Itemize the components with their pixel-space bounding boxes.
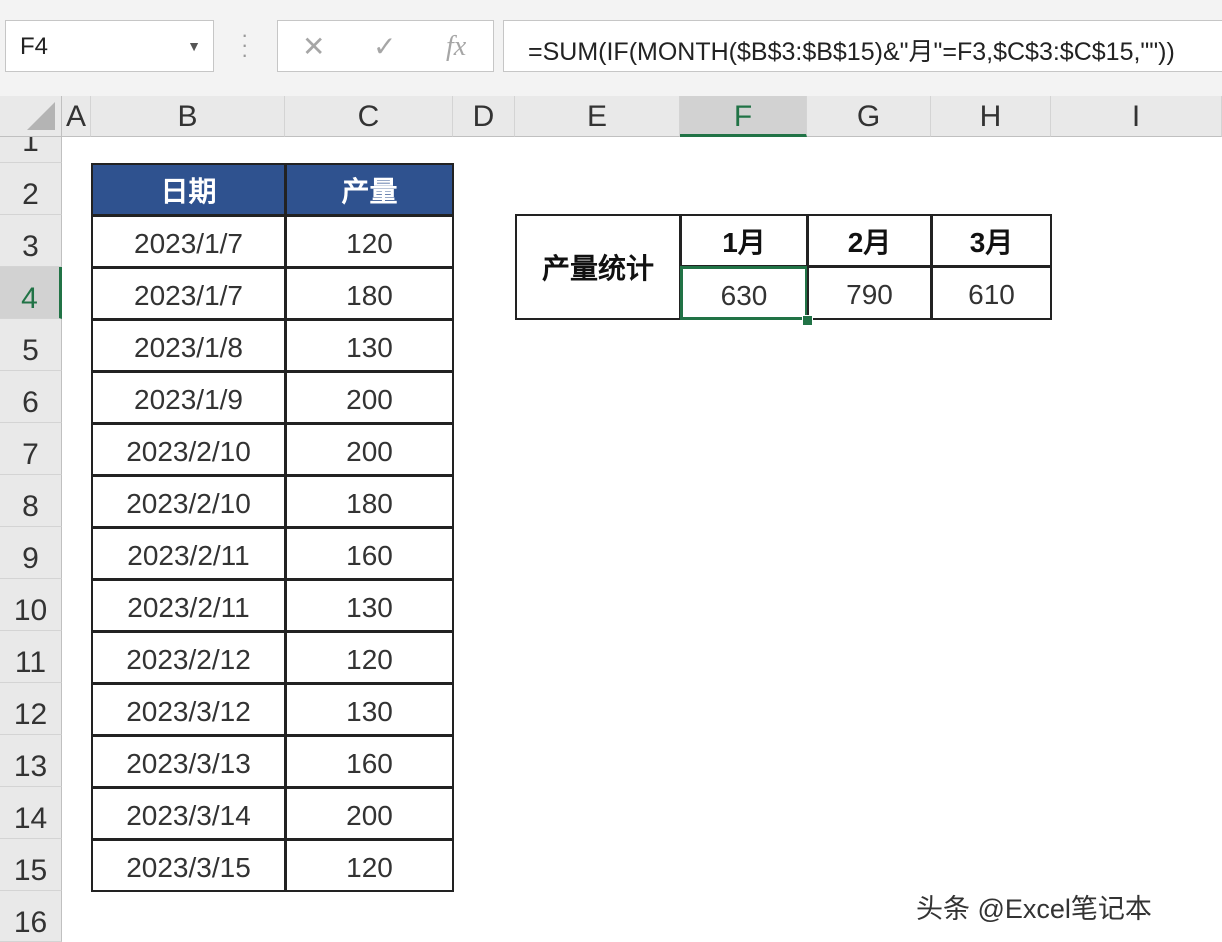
month-header[interactable]: 2月	[807, 214, 932, 267]
chevron-down-icon[interactable]: ▼	[187, 38, 201, 54]
row-header-5[interactable]: 5	[0, 319, 62, 371]
select-all-icon	[27, 102, 55, 130]
column-header-b[interactable]: B	[91, 96, 285, 137]
row-header-7[interactable]: 7	[0, 423, 62, 475]
insert-function-icon[interactable]: fx	[446, 31, 466, 63]
fill-handle[interactable]	[802, 315, 813, 326]
select-all-corner[interactable]	[0, 96, 62, 137]
date-cell[interactable]: 2023/1/8	[91, 319, 286, 372]
output-cell[interactable]: 120	[285, 215, 454, 268]
column-header-i[interactable]: I	[1051, 96, 1222, 137]
row-header-11[interactable]: 11	[0, 631, 62, 683]
row-header-13[interactable]: 13	[0, 735, 62, 787]
date-cell[interactable]: 2023/1/9	[91, 371, 286, 424]
date-cell[interactable]: 2023/2/12	[91, 631, 286, 684]
output-cell[interactable]: 160	[285, 527, 454, 580]
column-header-a[interactable]: A	[62, 96, 91, 137]
month-header[interactable]: 1月	[680, 214, 808, 267]
output-cell[interactable]: 130	[285, 319, 454, 372]
row-header-12[interactable]: 12	[0, 683, 62, 735]
formula-buttons: ✕ ✓ fx	[277, 20, 494, 72]
output-cell[interactable]: 200	[285, 787, 454, 840]
watermark: 头条 @Excel笔记本	[916, 894, 1152, 924]
date-cell[interactable]: 2023/1/7	[91, 267, 286, 320]
date-cell[interactable]: 2023/2/11	[91, 527, 286, 580]
column-header-e[interactable]: E	[515, 96, 680, 137]
date-cell[interactable]: 2023/2/10	[91, 475, 286, 528]
output-cell[interactable]: 200	[285, 371, 454, 424]
output-cell[interactable]: 130	[285, 683, 454, 736]
row-header-1[interactable]: 1	[0, 137, 62, 163]
date-cell[interactable]: 2023/1/7	[91, 215, 286, 268]
output-cell[interactable]: 130	[285, 579, 454, 632]
formula-bar-area: F4 ▼ · · · ✕ ✓ fx =SUM(IF(MONTH($B$3:$B$15…	[0, 0, 1222, 96]
column-header-c[interactable]: C	[285, 96, 453, 137]
summary-label[interactable]: 产量统计	[515, 214, 681, 320]
output-cell[interactable]: 120	[285, 839, 454, 892]
date-cell[interactable]: 2023/3/15	[91, 839, 286, 892]
month-value[interactable]: 790	[807, 266, 932, 320]
active-cell[interactable]: 630	[680, 266, 808, 320]
row-header-14[interactable]: 14	[0, 787, 62, 839]
row-header-8[interactable]: 8	[0, 475, 62, 527]
date-cell[interactable]: 2023/3/13	[91, 735, 286, 788]
row-header-6[interactable]: 6	[0, 371, 62, 423]
output-cell[interactable]: 200	[285, 423, 454, 476]
output-cell[interactable]: 180	[285, 267, 454, 320]
row-header-4[interactable]: 4	[0, 267, 62, 319]
date-cell[interactable]: 2023/2/11	[91, 579, 286, 632]
row-header-3[interactable]: 3	[0, 215, 62, 267]
output-cell[interactable]: 160	[285, 735, 454, 788]
month-value[interactable]: 610	[931, 266, 1052, 320]
date-cell[interactable]: 2023/2/10	[91, 423, 286, 476]
row-header-9[interactable]: 9	[0, 527, 62, 579]
row-header-15[interactable]: 15	[0, 839, 62, 891]
more-options-icon[interactable]: · · ·	[241, 24, 248, 66]
row-header-10[interactable]: 10	[0, 579, 62, 631]
date-cell[interactable]: 2023/3/14	[91, 787, 286, 840]
row-header-16[interactable]: 16	[0, 891, 62, 942]
column-header-f[interactable]: F	[680, 96, 807, 137]
enter-icon[interactable]: ✓	[373, 30, 396, 63]
header-date[interactable]: 日期	[91, 163, 286, 216]
month-header[interactable]: 3月	[931, 214, 1052, 267]
date-cell[interactable]: 2023/3/12	[91, 683, 286, 736]
formula-text: =SUM(IF(MONTH($B$3:$B$15)&"月"=F3,$C$3:$C…	[528, 38, 1175, 66]
column-header-h[interactable]: H	[931, 96, 1051, 137]
column-header-g[interactable]: G	[807, 96, 931, 137]
header-output[interactable]: 产量	[285, 163, 454, 216]
cancel-icon[interactable]: ✕	[302, 30, 325, 63]
column-header-d[interactable]: D	[453, 96, 515, 137]
output-cell[interactable]: 180	[285, 475, 454, 528]
output-cell[interactable]: 120	[285, 631, 454, 684]
formula-input[interactable]: =SUM(IF(MONTH($B$3:$B$15)&"月"=F3,$C$3:$C…	[503, 20, 1222, 72]
name-box-value: F4	[20, 33, 49, 60]
row-header-2[interactable]: 2	[0, 163, 62, 215]
name-box[interactable]: F4 ▼	[5, 20, 214, 72]
